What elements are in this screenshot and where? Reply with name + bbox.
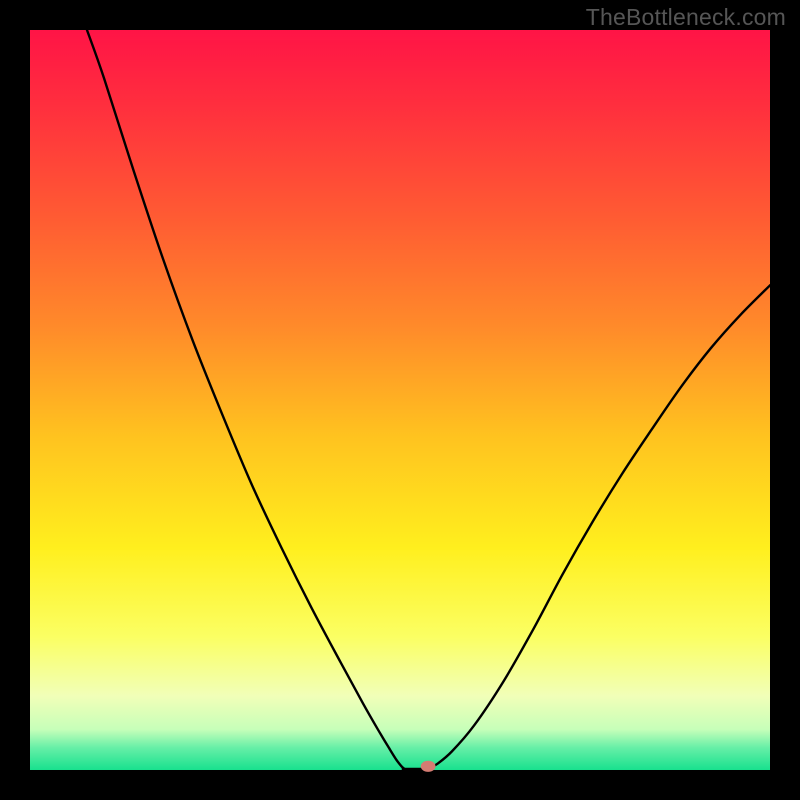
min-point-marker xyxy=(421,761,436,772)
gradient-background xyxy=(30,30,770,770)
chart-frame: { "watermark": "TheBottleneck.com", "cha… xyxy=(0,0,800,800)
bottleneck-chart xyxy=(0,0,800,800)
watermark-text: TheBottleneck.com xyxy=(586,4,786,31)
